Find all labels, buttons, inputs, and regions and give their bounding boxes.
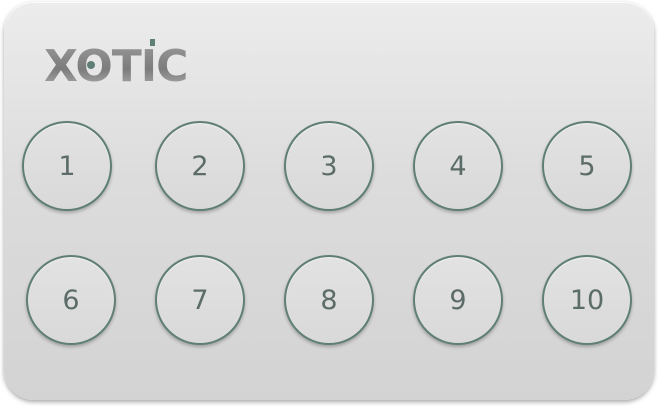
- pad-label: 9: [449, 284, 467, 316]
- pad-button-9[interactable]: 9: [413, 255, 503, 345]
- pad-button-8[interactable]: 8: [284, 255, 374, 345]
- logo-text: XOTIC: [44, 41, 187, 92]
- pad-label: 1: [58, 150, 76, 182]
- pad-button-7[interactable]: 7: [155, 255, 245, 345]
- logo-accent-mark: [150, 39, 155, 46]
- pad-button-5[interactable]: 5: [542, 121, 632, 211]
- pad-label: 7: [191, 284, 209, 316]
- xotic-logo: XOTIC: [44, 39, 187, 92]
- pad-button-10[interactable]: 10: [542, 255, 632, 345]
- pad-button-3[interactable]: 3: [284, 121, 374, 211]
- button-panel: XOTIC 1 2 3 4 5 6 7 8 9 10: [4, 2, 654, 400]
- pad-label: 3: [320, 150, 338, 182]
- pad-label: 2: [191, 150, 209, 182]
- pad-button-2[interactable]: 2: [155, 121, 245, 211]
- pad-button-1[interactable]: 1: [22, 121, 112, 211]
- logo-accent-dot: [87, 61, 95, 69]
- pad-label: 6: [62, 284, 80, 316]
- pad-button-4[interactable]: 4: [413, 121, 503, 211]
- pad-label: 5: [578, 150, 596, 182]
- pad-label: 10: [569, 284, 605, 316]
- pad-label: 4: [449, 150, 467, 182]
- pad-label: 8: [320, 284, 338, 316]
- pad-button-6[interactable]: 6: [26, 255, 116, 345]
